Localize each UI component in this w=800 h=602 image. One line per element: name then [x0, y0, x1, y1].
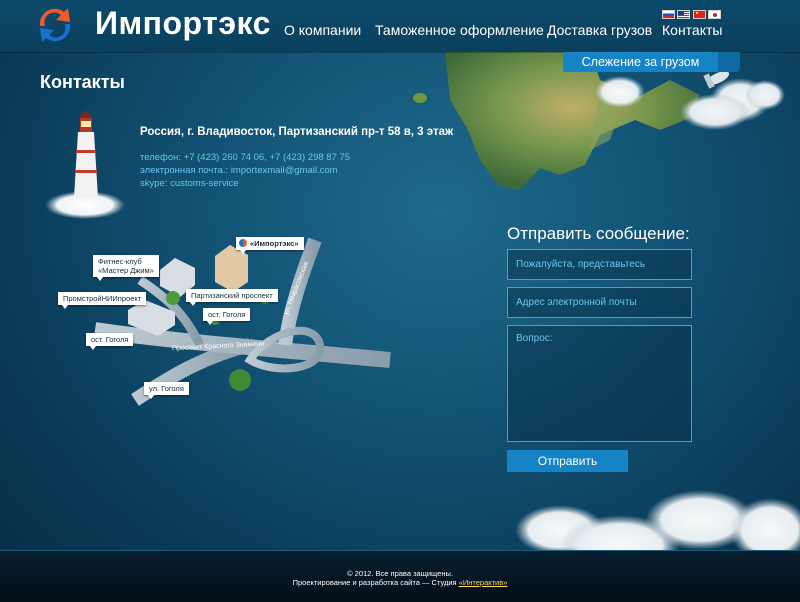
map-label-company: «Импортэкс»	[236, 237, 304, 254]
flag-cn-icon[interactable]	[693, 10, 706, 19]
nav-item-contacts[interactable]: Контакты	[662, 22, 722, 38]
question-textarea[interactable]	[507, 325, 692, 442]
map-label-street-gogolya: ул. Гоголя	[144, 382, 189, 399]
phone-line: телефон: +7 (423) 260 74 06, +7 (423) 29…	[140, 152, 351, 163]
company-mini-logo-icon	[239, 239, 247, 247]
company-address: Россия, г. Владивосток, Партизанский пр-…	[140, 126, 454, 138]
form-title: Отправить сообщение:	[507, 224, 690, 243]
footer-credits: Проектирование и разработка сайта — Студ…	[0, 578, 800, 587]
map-label-fitness-line2: «Мастер Джим»	[98, 266, 154, 275]
submit-button[interactable]: Отправить	[507, 450, 628, 472]
flag-kr-icon[interactable]	[708, 10, 721, 19]
map-label-fitness: Фитнес-клуб «Мастер Джим»	[93, 255, 159, 281]
land-illustration	[445, 52, 700, 190]
name-input[interactable]	[507, 249, 692, 280]
skype-line: skype: customs-service	[140, 178, 239, 189]
page-title: Контакты	[40, 72, 125, 92]
map-label-fitness-line1: Фитнес-клуб	[98, 257, 142, 266]
flag-ru-icon[interactable]	[662, 10, 675, 19]
map-label-partizansky: Партизанский проспект	[186, 289, 278, 306]
flag-en-icon[interactable]	[677, 10, 690, 19]
footer-credits-text: Проектирование и разработка сайта — Студ…	[292, 578, 459, 587]
footer-copyright: © 2012. Все права защищены.	[347, 569, 453, 578]
nav-item-customs[interactable]: Таможенное оформление	[375, 22, 544, 38]
tracking-tab-edge	[718, 52, 740, 72]
map-label-stop-gogolya-1: ост. Гоголя	[203, 308, 251, 325]
nav-item-about[interactable]: О компании	[284, 22, 361, 38]
map-label-stop-gogolya-2: ост. Гоголя	[86, 333, 134, 350]
map-label-promstroy: ПромстройНИИпроект	[58, 292, 147, 309]
email-input[interactable]	[507, 287, 692, 318]
map-label-company-text: «Импортэкс»	[250, 239, 299, 248]
studio-link[interactable]: «Интерактив»	[459, 578, 508, 587]
email-line[interactable]: электронная почта.: importexmail@gmail.c…	[140, 165, 338, 176]
tracking-button[interactable]: Слежение за грузом	[563, 52, 718, 72]
nav-item-delivery[interactable]: Доставка грузов	[547, 22, 652, 38]
lighthouse-illustration	[45, 110, 125, 219]
main-nav: О компании Таможенное оформление Доставк…	[0, 22, 800, 42]
